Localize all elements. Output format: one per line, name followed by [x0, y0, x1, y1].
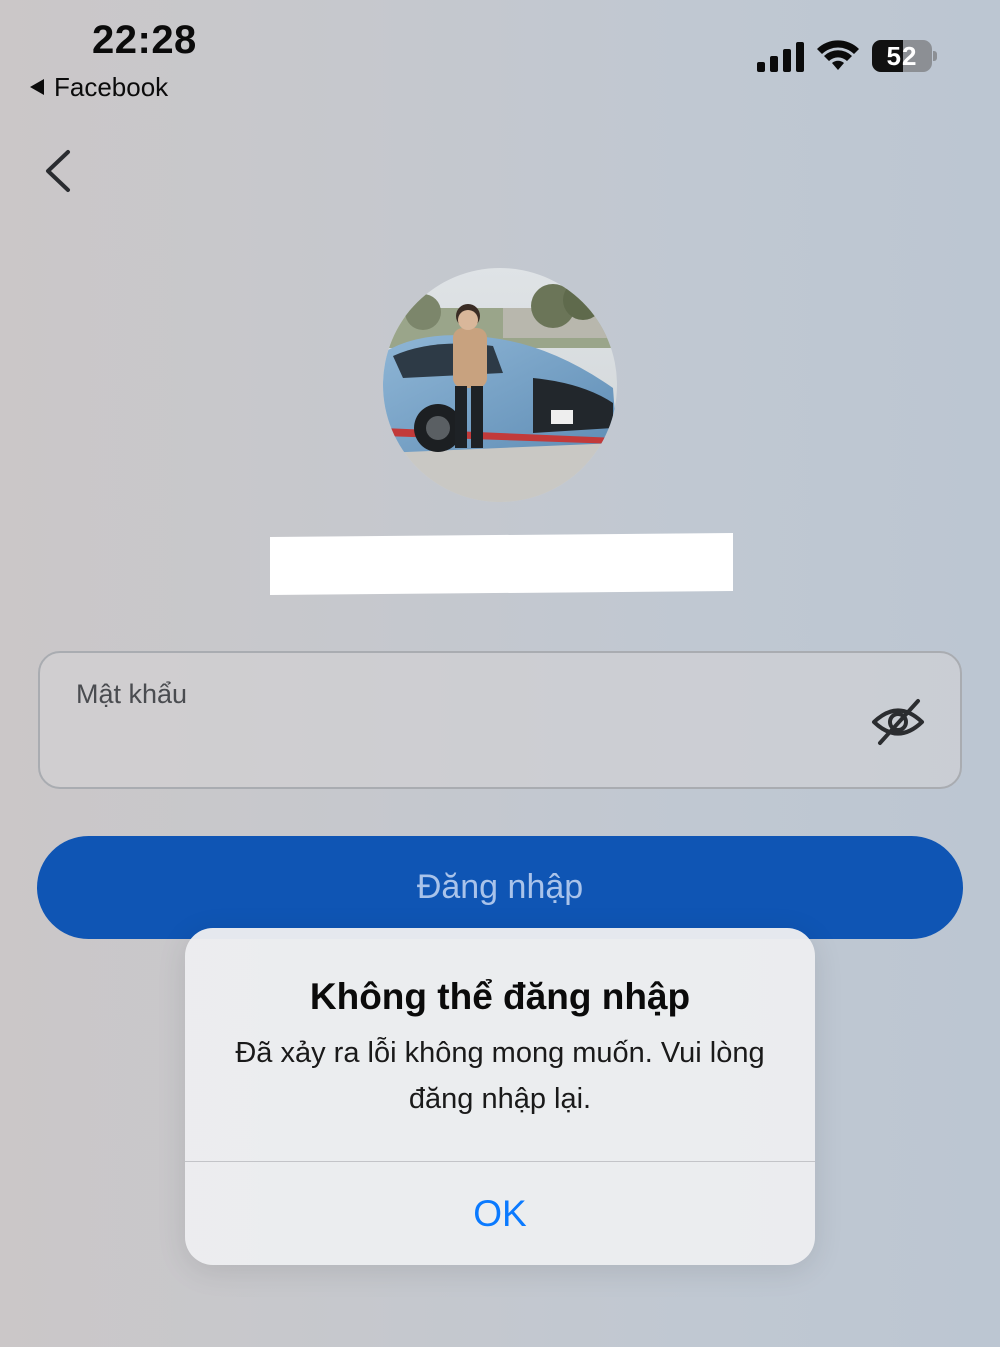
cellular-signal-icon — [757, 42, 804, 72]
eye-slash-icon[interactable] — [870, 697, 926, 747]
name-redaction — [270, 532, 733, 596]
password-label: Mật khẩu — [76, 679, 188, 709]
back-app-label: Facebook — [54, 71, 169, 102]
battery-icon: 52 — [872, 40, 938, 72]
status-bar: 22:28 Facebook 52 — [0, 0, 1000, 110]
password-input[interactable] — [76, 723, 836, 763]
chevron-left-icon[interactable] — [40, 148, 80, 194]
wifi-icon — [817, 40, 859, 70]
profile-avatar — [383, 268, 617, 502]
back-to-app-link[interactable]: Facebook — [30, 72, 168, 102]
battery-percent: 52 — [886, 40, 918, 71]
status-time: 22:28 — [92, 18, 197, 62]
error-alert-dialog: Không thể đăng nhập Đã xảy ra lỗi không … — [185, 928, 815, 1265]
alert-ok-button[interactable]: OK — [185, 1162, 815, 1265]
back-triangle-icon — [30, 79, 44, 95]
alert-message: Đã xảy ra lỗi không mong muốn. Vui lòng … — [235, 1037, 765, 1115]
password-field[interactable]: Mật khẩu — [38, 651, 962, 789]
alert-title: Không thể đăng nhập — [309, 976, 691, 1017]
login-button[interactable]: Đăng nhập — [37, 836, 963, 939]
